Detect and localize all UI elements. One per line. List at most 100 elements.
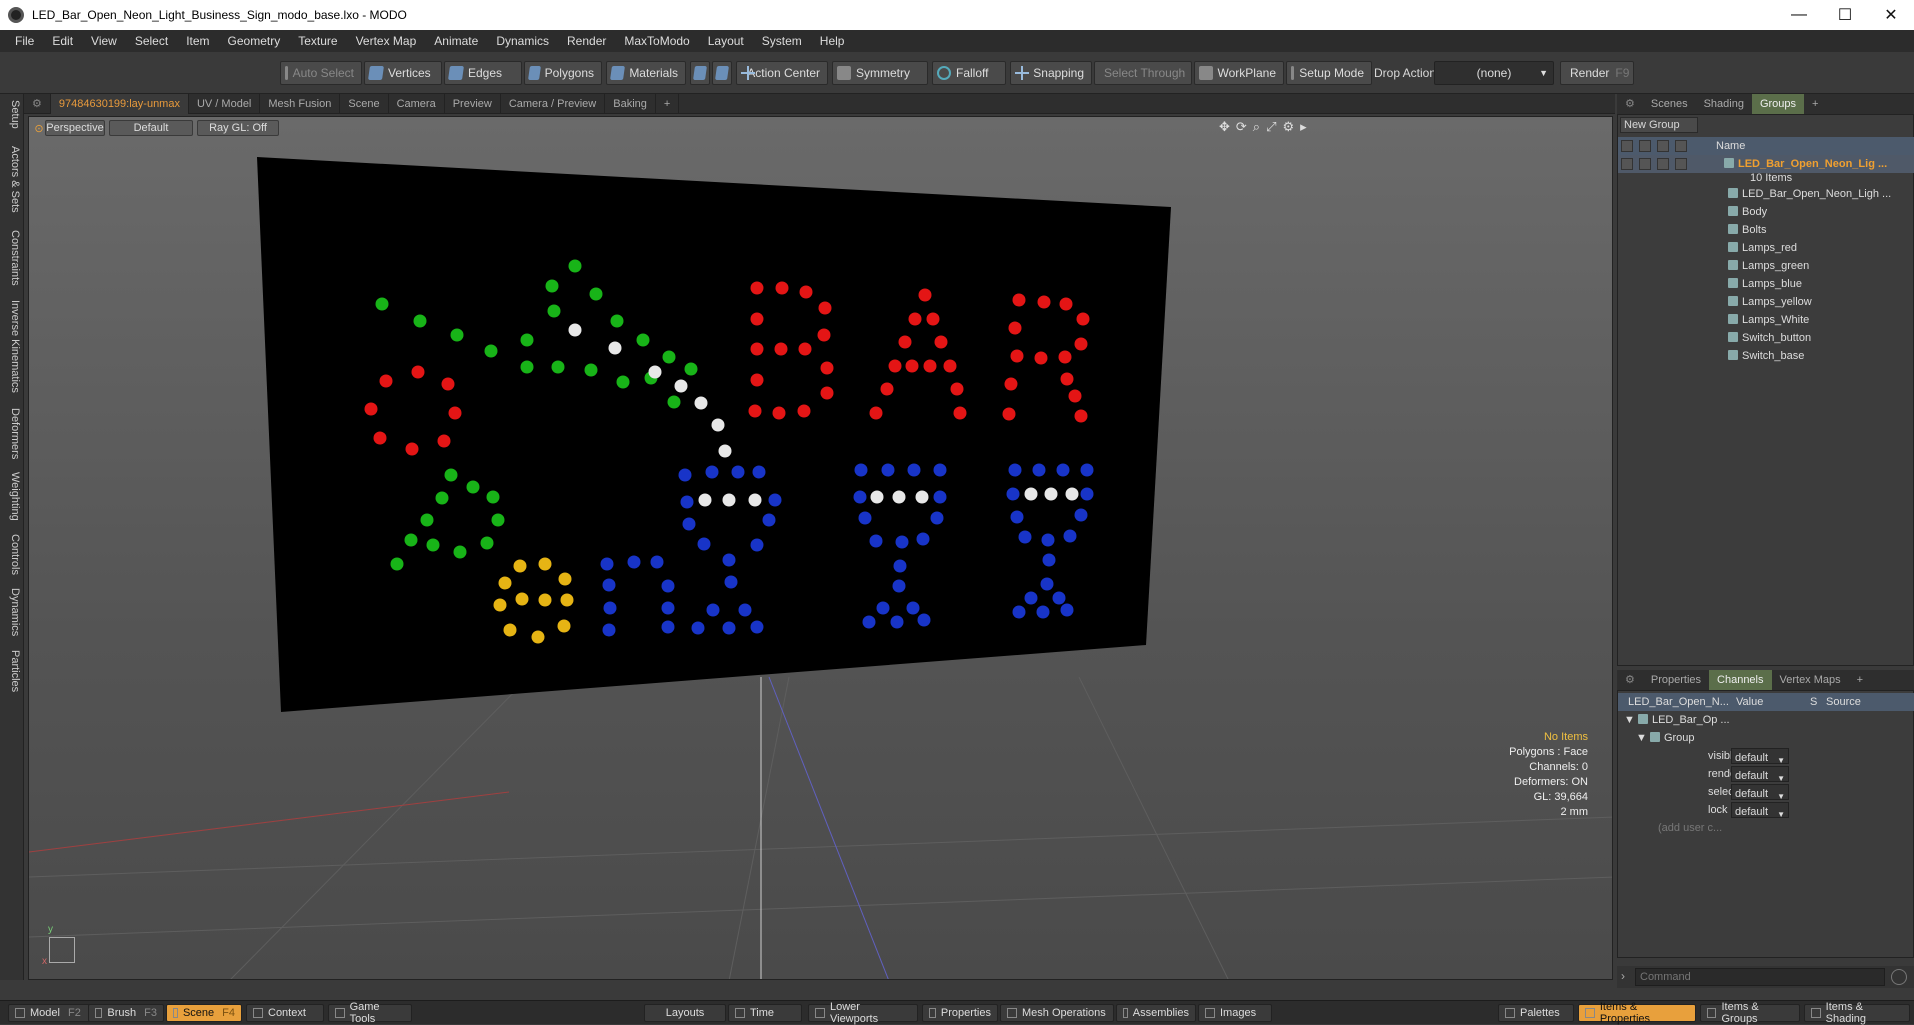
command-history-icon[interactable] [1891,969,1907,985]
palettes-button[interactable]: Palettes [1498,1004,1574,1022]
menu-select[interactable]: Select [126,30,177,52]
menu-edit[interactable]: Edit [43,30,82,52]
render-button[interactable]: Render F9 [1560,61,1634,85]
tab-baking[interactable]: Baking [605,93,656,114]
group-list-item[interactable]: Bolts [1728,221,1766,239]
auto-select-button[interactable]: Auto Select [280,61,362,85]
assemblies-button[interactable]: Assemblies [1116,1004,1196,1022]
tab-shading[interactable]: Shading [1696,94,1752,114]
group-list-item[interactable]: Lamps_White [1728,311,1809,329]
channel-value-dropdown[interactable]: default ▼ [1731,748,1789,765]
vtab-constraints[interactable]: Constraints [3,230,21,286]
tab-mesh-fusion[interactable]: Mesh Fusion [260,93,341,114]
lower-viewports-button[interactable]: Lower Viewports [808,1001,918,1025]
menu-dynamics[interactable]: Dynamics [487,30,558,52]
command-input[interactable] [1635,968,1885,986]
polygons-button[interactable]: Polygons [524,61,602,85]
select-through-button[interactable]: Select Through [1094,61,1192,85]
vtab-deformers[interactable]: Deformers [3,408,21,459]
add-panel-tab-button[interactable]: + [1849,670,1871,690]
channel-row[interactable]: lock default ▼ [1618,801,1914,819]
viewport-nav-icons[interactable]: ✥⟳⌕⤢⚙▸ [1219,119,1313,135]
vtab-dynamics[interactable]: Dynamics [3,588,21,636]
tab-groups[interactable]: Groups [1751,94,1805,114]
tab-camera[interactable]: Camera [389,93,445,114]
materials-button[interactable]: Materials [606,61,686,85]
add-tab-button[interactable]: + [656,93,680,114]
menu-vertex-map[interactable]: Vertex Map [347,30,426,52]
falloff-button[interactable]: Falloff [932,61,1006,85]
channel-row[interactable]: visible default ▼ [1618,747,1914,765]
group-list-item[interactable]: LED_Bar_Open_Neon_Ligh ... [1728,185,1891,203]
snapping-button[interactable]: Snapping [1010,61,1092,85]
group-list-item[interactable]: Lamps_red [1728,239,1797,257]
game-tools-layout-button[interactable]: Game Tools [328,1001,412,1025]
vtab-particles[interactable]: Particles [3,650,21,692]
menu-system[interactable]: System [753,30,811,52]
channel-group-row[interactable]: ▼ Group [1636,729,1695,747]
tab-uv-model[interactable]: UV / Model [189,93,261,114]
3d-viewport[interactable]: ⊙ Perspective Default Ray GL: Off ✥⟳⌕⤢⚙▸… [28,116,1613,980]
mesh-operations-button[interactable]: Mesh Operations [1000,1004,1114,1022]
items-groups-button[interactable]: Items & Groups [1700,1001,1800,1025]
add-panel-tab-button[interactable]: + [1804,94,1826,114]
select-icon[interactable] [1675,158,1687,171]
vertices-button[interactable]: Vertices [364,61,442,85]
render-icon[interactable] [1639,140,1651,153]
group-list-item[interactable]: Lamps_blue [1728,275,1802,293]
setup-mode-button[interactable]: Setup Mode [1286,61,1372,85]
edges-button[interactable]: Edges [444,61,522,85]
maximize-button[interactable]: ☐ [1822,0,1868,30]
time-button[interactable]: Time [728,1004,802,1022]
channel-value-dropdown[interactable]: default ▼ [1731,784,1789,801]
group-list-item[interactable]: Switch_button [1728,329,1811,347]
workplane-button[interactable]: WorkPlane [1194,61,1284,85]
vtab-weighting[interactable]: Weighting [3,472,21,521]
tool-handle-button[interactable] [690,61,710,85]
items-shading-button[interactable]: Items & Shading [1804,1001,1910,1025]
vtab-actors-sets[interactable]: Actors & Sets [3,146,21,213]
channel-value-dropdown[interactable]: default ▼ [1731,802,1789,819]
group-list-item[interactable]: Switch_base [1728,347,1804,365]
items-properties-button[interactable]: Items & Properties [1578,1001,1696,1025]
perspective-button[interactable]: Perspective [45,120,105,136]
lock-icon[interactable] [1657,158,1669,171]
menu-view[interactable]: View [82,30,126,52]
visibility-eye-icon[interactable] [1621,140,1633,153]
shading-default-button[interactable]: Default [109,120,193,136]
render-icon[interactable] [1639,158,1651,171]
action-center-button[interactable]: Action Center [736,61,828,85]
menu-geometry[interactable]: Geometry [219,30,290,52]
channel-row[interactable]: render default ▼ [1618,765,1914,783]
menu-texture[interactable]: Texture [289,30,346,52]
menu-layout[interactable]: Layout [699,30,753,52]
tab-scene[interactable]: Scene [340,93,389,114]
tab-scenes[interactable]: Scenes [1643,94,1696,114]
vtab-setup[interactable]: Setup [3,100,21,129]
tool-pipe-button[interactable] [712,61,732,85]
context-layout-button[interactable]: Context [246,1004,324,1022]
menu-help[interactable]: Help [811,30,854,52]
new-group-button[interactable]: New Group [1620,117,1698,133]
symmetry-button[interactable]: Symmetry [832,61,928,85]
properties-button[interactable]: Properties [922,1004,998,1022]
tab-preview[interactable]: Preview [445,93,501,114]
scene-layout-button[interactable]: Scene F4 [166,1004,242,1022]
add-user-channel[interactable]: (add user c... [1658,819,1722,837]
visibility-eye-icon[interactable] [1621,158,1633,171]
viewport-options-icon[interactable]: ⊙ [33,120,45,136]
group-list-item[interactable]: Lamps_green [1728,257,1809,275]
menu-animate[interactable]: Animate [425,30,487,52]
tab-channels[interactable]: Channels [1709,670,1772,690]
select-icon[interactable] [1675,140,1687,153]
menu-maxtomodo[interactable]: MaxToModo [615,30,698,52]
tab-camera-preview[interactable]: Camera / Preview [501,93,606,114]
panel-gear-icon[interactable]: ⚙ [1617,670,1643,690]
panel-gear-icon[interactable]: ⚙ [1617,94,1643,114]
tab-gear-icon[interactable]: ⚙ [24,93,51,114]
lock-icon[interactable] [1657,140,1669,153]
sign-panel[interactable] [257,157,1171,712]
menu-file[interactable]: File [6,30,43,52]
raygl-button[interactable]: Ray GL: Off [197,120,279,136]
channel-root-row[interactable]: ▼ LED_Bar_Op ... [1624,711,1730,729]
